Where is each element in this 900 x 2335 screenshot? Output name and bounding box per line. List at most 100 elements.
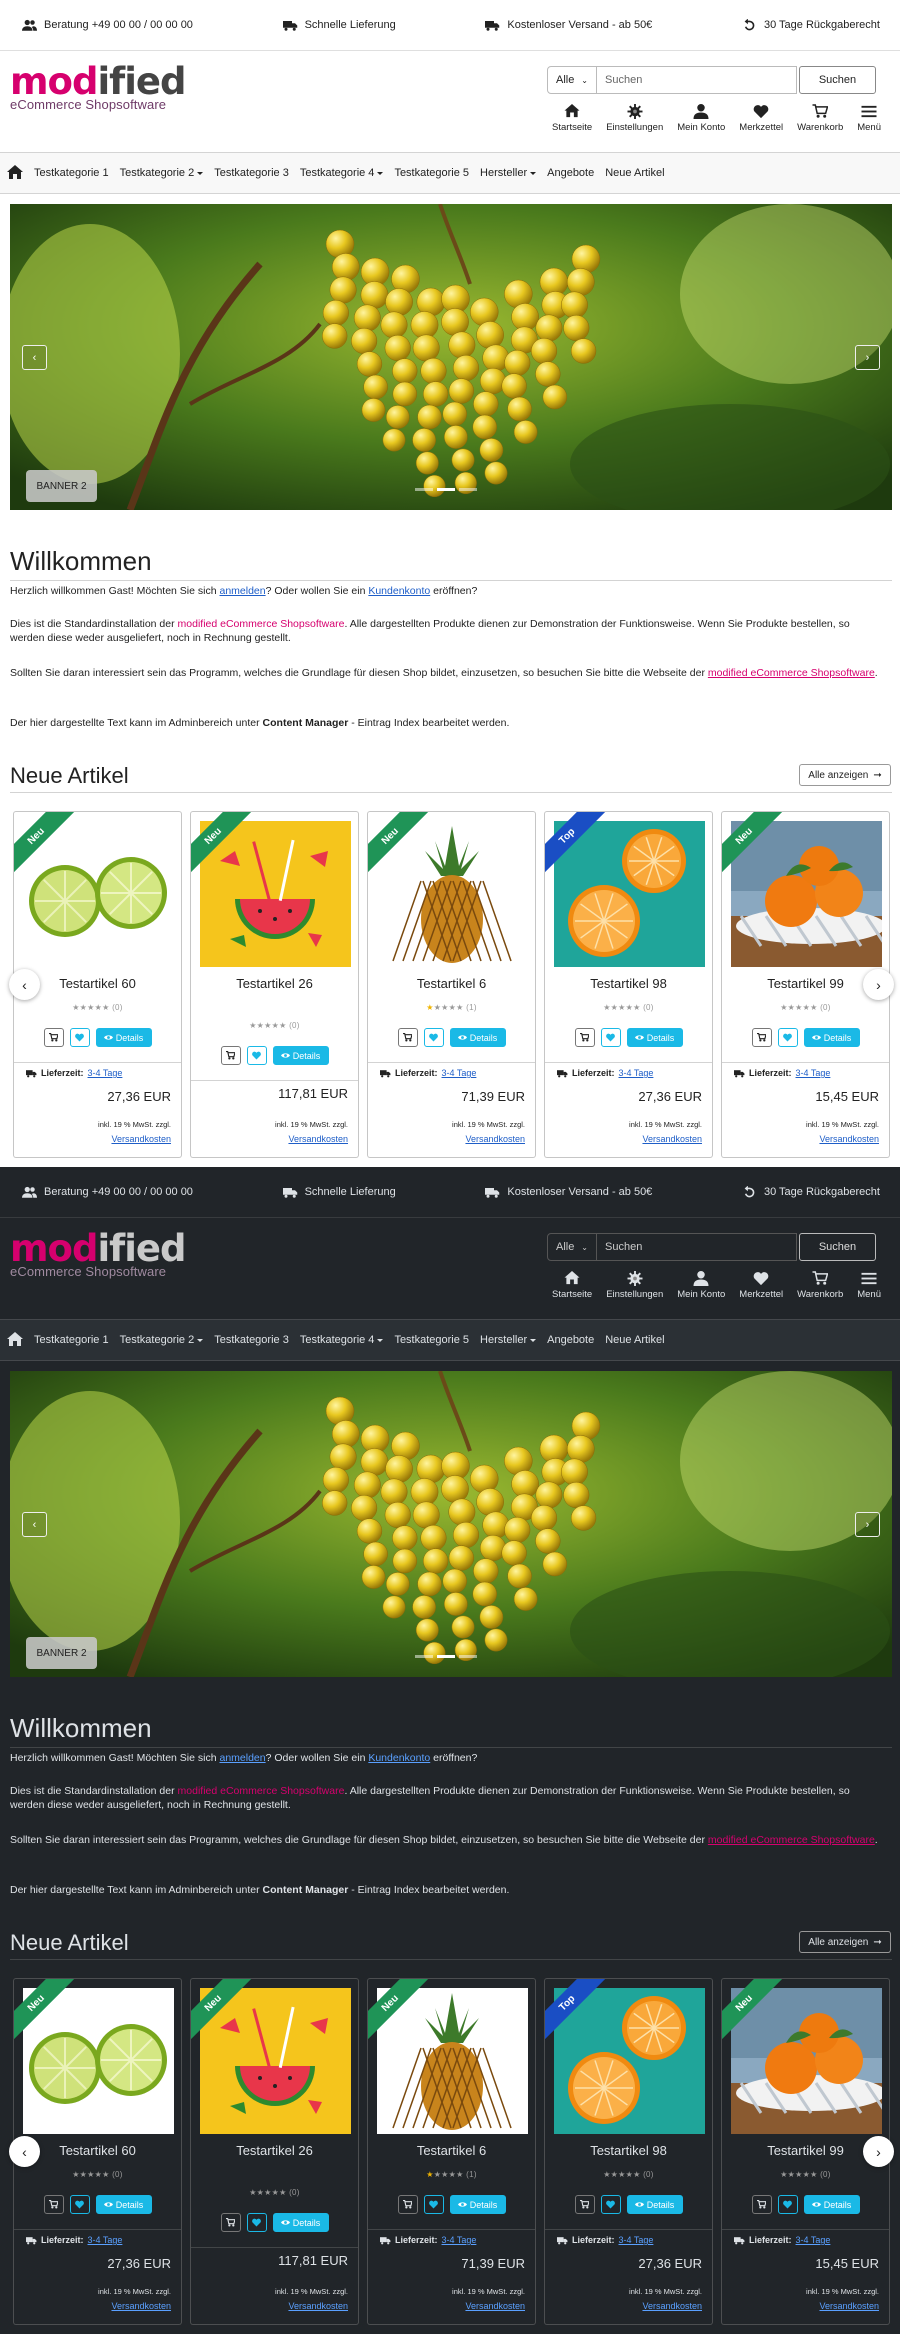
shipping-costs-link[interactable]: Versandkosten (642, 1134, 702, 1144)
banner-next-button[interactable]: › (855, 345, 880, 370)
product-name[interactable]: Testartikel 6 (368, 976, 535, 991)
product-card[interactable]: Neu Testartikel 6 ★★★★★ (1) Details Lief… (367, 811, 536, 1158)
search-button[interactable]: Suchen (799, 1233, 876, 1261)
banner-dot[interactable] (415, 1655, 433, 1658)
login-link[interactable]: anmelden (219, 1752, 265, 1764)
shipping-costs-link[interactable]: Versandkosten (288, 2301, 348, 2311)
category-link[interactable]: Testkategorie 2 (120, 1334, 204, 1346)
delivery-time-link[interactable]: 3-4 Tage (796, 1068, 831, 1078)
add-to-wishlist-button[interactable] (600, 2195, 621, 2214)
product-image[interactable] (200, 1988, 351, 2134)
product-name[interactable]: Testartikel 26 (191, 2143, 358, 2158)
slider-prev-button[interactable]: ‹ (9, 969, 40, 1000)
details-button[interactable]: Details (803, 1028, 860, 1047)
details-button[interactable]: Details (272, 1046, 329, 1065)
product-image[interactable] (23, 821, 174, 967)
banner-prev-button[interactable]: ‹ (22, 1512, 47, 1537)
banner-dot[interactable] (437, 488, 455, 491)
details-button[interactable]: Details (626, 2195, 683, 2214)
add-to-cart-button[interactable] (574, 2195, 595, 2214)
details-button[interactable]: Details (449, 2195, 506, 2214)
add-to-wishlist-button[interactable] (423, 2195, 444, 2214)
product-name[interactable]: Testartikel 6 (368, 2143, 535, 2158)
add-to-cart-button[interactable] (751, 1028, 772, 1047)
shipping-costs-link[interactable]: Versandkosten (465, 1134, 525, 1144)
category-link[interactable]: Hersteller (480, 1334, 536, 1346)
product-image[interactable] (731, 821, 882, 967)
category-link[interactable]: Testkategorie 3 (214, 1334, 289, 1346)
delivery-time-link[interactable]: 3-4 Tage (796, 2235, 831, 2245)
nav-heart[interactable]: Merkzettel (732, 1271, 790, 1300)
home-icon[interactable] (7, 164, 23, 182)
search-category-select[interactable]: Alle ⌄ (547, 66, 597, 94)
add-to-cart-button[interactable] (43, 1028, 64, 1047)
add-to-wishlist-button[interactable] (600, 1028, 621, 1047)
search-input[interactable]: Suchen (597, 66, 797, 94)
banner-dot[interactable] (459, 488, 477, 491)
category-link[interactable]: Testkategorie 4 (300, 167, 384, 179)
shipping-costs-link[interactable]: Versandkosten (111, 1134, 171, 1144)
banner-dot[interactable] (459, 1655, 477, 1658)
category-link[interactable]: Testkategorie 1 (34, 1334, 109, 1346)
show-all-button[interactable]: Alle anzeigen ➞ (799, 764, 891, 786)
product-card[interactable]: Neu Testartikel 26 ★★★★★ (0) Details 117… (190, 1978, 359, 2325)
category-link[interactable]: Testkategorie 3 (214, 167, 289, 179)
category-link[interactable]: Testkategorie 5 (394, 1334, 469, 1346)
shipping-costs-link[interactable]: Versandkosten (111, 2301, 171, 2311)
nav-gear[interactable]: Einstellungen (599, 1271, 670, 1300)
details-button[interactable]: Details (95, 2195, 152, 2214)
add-to-cart-button[interactable] (220, 2213, 241, 2232)
shipping-costs-link[interactable]: Versandkosten (288, 1134, 348, 1144)
product-image[interactable] (200, 821, 351, 967)
shipping-costs-link[interactable]: Versandkosten (642, 2301, 702, 2311)
details-button[interactable]: Details (272, 2213, 329, 2232)
add-to-wishlist-button[interactable] (777, 2195, 798, 2214)
nav-home[interactable]: Startseite (545, 104, 599, 133)
delivery-time-link[interactable]: 3-4 Tage (88, 1068, 123, 1078)
add-to-wishlist-button[interactable] (777, 1028, 798, 1047)
product-card[interactable]: Neu Testartikel 26 ★★★★★ (0) Details 117… (190, 811, 359, 1158)
register-link[interactable]: Kundenkonto (368, 585, 430, 597)
add-to-cart-button[interactable] (43, 2195, 64, 2214)
product-name[interactable]: Testartikel 98 (545, 2143, 712, 2158)
nav-gear[interactable]: Einstellungen (599, 104, 670, 133)
slider-next-button[interactable]: › (863, 969, 894, 1000)
details-button[interactable]: Details (626, 1028, 683, 1047)
register-link[interactable]: Kundenkonto (368, 1752, 430, 1764)
product-image[interactable] (377, 1988, 528, 2134)
login-link[interactable]: anmelden (219, 585, 265, 597)
category-link[interactable]: Angebote (547, 1334, 594, 1346)
details-button[interactable]: Details (449, 1028, 506, 1047)
modified-website-link[interactable]: modified eCommerce Shopsoftware (708, 667, 875, 679)
nav-user[interactable]: Mein Konto (670, 104, 732, 133)
add-to-wishlist-button[interactable] (423, 1028, 444, 1047)
product-name[interactable]: Testartikel 98 (545, 976, 712, 991)
product-card[interactable]: Top Testartikel 98 ★★★★★ (0) Details Lie… (544, 1978, 713, 2325)
product-card[interactable]: Neu Testartikel 6 ★★★★★ (1) Details Lief… (367, 1978, 536, 2325)
add-to-cart-button[interactable] (574, 1028, 595, 1047)
category-link[interactable]: Hersteller (480, 167, 536, 179)
add-to-wishlist-button[interactable] (69, 2195, 90, 2214)
product-card[interactable]: Top Testartikel 98 ★★★★★ (0) Details Lie… (544, 811, 713, 1158)
shop-logo[interactable]: modified eCommerce Shopsoftware (10, 63, 187, 113)
shipping-costs-link[interactable]: Versandkosten (819, 1134, 879, 1144)
add-to-wishlist-button[interactable] (246, 2213, 267, 2232)
category-link[interactable]: Testkategorie 2 (120, 167, 204, 179)
add-to-cart-button[interactable] (220, 1046, 241, 1065)
search-category-select[interactable]: Alle ⌄ (547, 1233, 597, 1261)
product-image[interactable] (731, 1988, 882, 2134)
product-image[interactable] (377, 821, 528, 967)
product-name[interactable]: Testartikel 26 (191, 976, 358, 991)
delivery-time-link[interactable]: 3-4 Tage (442, 2235, 477, 2245)
add-to-cart-button[interactable] (751, 2195, 772, 2214)
modified-website-link[interactable]: modified eCommerce Shopsoftware (708, 1834, 875, 1846)
banner-next-button[interactable]: › (855, 1512, 880, 1537)
nav-user[interactable]: Mein Konto (670, 1271, 732, 1300)
banner-prev-button[interactable]: ‹ (22, 345, 47, 370)
slider-prev-button[interactable]: ‹ (9, 2136, 40, 2167)
home-icon[interactable] (7, 1331, 23, 1349)
add-to-wishlist-button[interactable] (69, 1028, 90, 1047)
slider-next-button[interactable]: › (863, 2136, 894, 2167)
nav-cart[interactable]: Warenkorb (790, 1271, 850, 1300)
product-image[interactable] (23, 1988, 174, 2134)
